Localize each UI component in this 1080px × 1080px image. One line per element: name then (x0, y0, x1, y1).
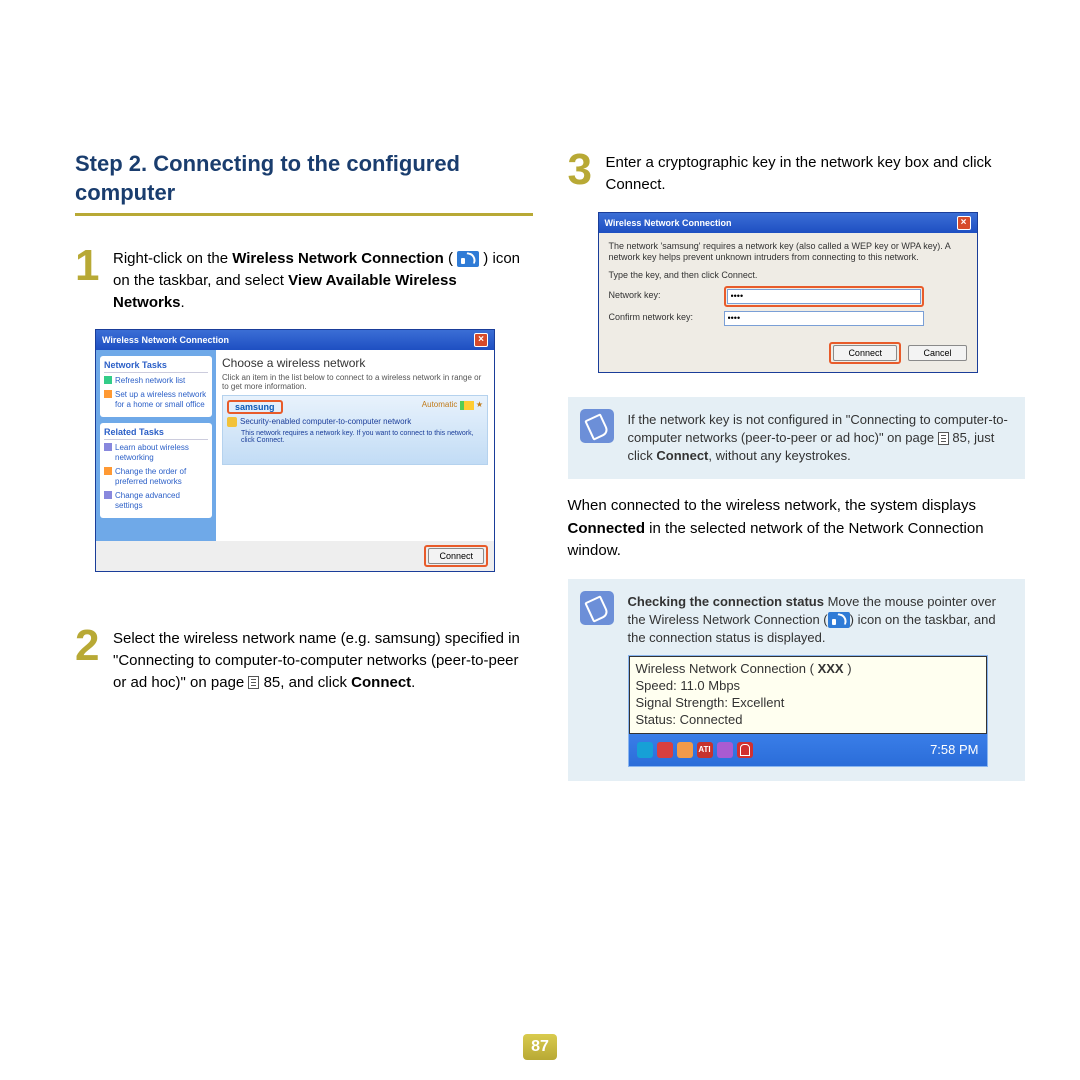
confirm-key-input[interactable] (724, 311, 924, 326)
tray-volume-icon[interactable] (677, 742, 693, 758)
note-box-2: Checking the connection status Move the … (568, 579, 1026, 781)
step-2-text: Select the wireless network name (e.g. s… (113, 626, 533, 693)
tray-app-icon[interactable] (717, 742, 733, 758)
step-1-text: Right-click on the Wireless Network Conn… (113, 246, 533, 313)
section-heading: Step 2. Connecting to the configured com… (75, 150, 533, 216)
change-order[interactable]: Change the order of preferred networks (104, 467, 208, 488)
note-box-1: If the network key is not configured in … (568, 397, 1026, 480)
pencil-icon (580, 591, 614, 625)
network-key-highlight (724, 286, 924, 307)
learn-wireless[interactable]: Learn about wireless networking (104, 443, 208, 464)
wireless-icon (828, 612, 850, 628)
tray-disconnect-icon[interactable] (657, 742, 673, 758)
connected-paragraph: When connected to the wireless network, … (568, 495, 1026, 563)
tooltip-line-1: Wireless Network Connection ( XXX ) (636, 661, 980, 678)
change-advanced[interactable]: Change advanced settings (104, 491, 208, 512)
step-3-text: Enter a cryptographic key in the network… (606, 150, 1026, 196)
tray-network-icon[interactable] (637, 742, 653, 758)
page-ref-icon (248, 676, 259, 689)
cancel-button[interactable]: Cancel (908, 345, 966, 361)
page-ref-icon (938, 432, 949, 445)
network-key-label: Network key: (609, 290, 724, 302)
choose-network-dialog: Wireless Network Connection × Network Ta… (95, 329, 495, 572)
connect-button[interactable]: Connect (833, 345, 897, 361)
tooltip-line-2: Speed: 11.0 Mbps (636, 678, 980, 695)
signal-bars-icon (460, 401, 474, 410)
choose-network-heading: Choose a wireless network (222, 356, 488, 370)
wireless-icon (457, 251, 479, 267)
close-icon[interactable]: × (957, 216, 971, 230)
tray-clock: 7:58 PM (930, 741, 978, 759)
connect-button[interactable]: Connect (428, 548, 484, 564)
step-number: 3 (568, 150, 598, 190)
network-key-input[interactable] (727, 289, 921, 304)
step-number: 2 (75, 626, 105, 666)
system-tray: ATI (637, 742, 753, 758)
connection-status-tooltip: Wireless Network Connection ( XXX ) Spee… (628, 655, 988, 767)
confirm-key-label: Confirm network key: (609, 312, 724, 324)
pencil-icon (580, 409, 614, 443)
network-key-dialog: Wireless Network Connection × The networ… (598, 212, 978, 373)
dialog-title: Wireless Network Connection (102, 335, 229, 345)
dialog-text-1: The network 'samsung' requires a network… (609, 241, 967, 264)
dialog-title: Wireless Network Connection (605, 218, 732, 228)
tooltip-line-3: Signal Strength: Excellent (636, 695, 980, 712)
related-tasks-header: Related Tasks (104, 427, 208, 440)
connect-button-highlight: Connect (424, 545, 488, 567)
network-tasks-header: Network Tasks (104, 360, 208, 373)
close-icon[interactable]: × (474, 333, 488, 347)
tray-shield-icon[interactable] (737, 742, 753, 758)
network-desc2: This network requires a network key. If … (227, 430, 483, 444)
tray-ati-icon[interactable]: ATI (697, 742, 713, 758)
step-number: 1 (75, 246, 105, 286)
tooltip-line-4: Status: Connected (636, 712, 980, 729)
refresh-network-list[interactable]: Refresh network list (104, 376, 208, 386)
dialog-text-2: Type the key, and then click Connect. (609, 270, 967, 282)
network-name-highlight: samsung (227, 400, 283, 414)
network-desc: Security-enabled computer-to-computer ne… (240, 417, 411, 427)
choose-network-sub: Click an item in the list below to conne… (222, 373, 488, 391)
setup-wireless-network[interactable]: Set up a wireless network for a home or … (104, 390, 208, 411)
step-1: 1 Right-click on the Wireless Network Co… (75, 246, 533, 313)
step-3: 3 Enter a cryptographic key in the netwo… (568, 150, 1026, 196)
step-2: 2 Select the wireless network name (e.g.… (75, 626, 533, 693)
connect-button-highlight: Connect (829, 342, 901, 364)
network-item-samsung[interactable]: samsung Automatic ★ Security-enabled com… (222, 395, 488, 465)
network-auto-label: Automatic ★ (422, 400, 483, 409)
page-number: 87 (523, 1034, 557, 1060)
